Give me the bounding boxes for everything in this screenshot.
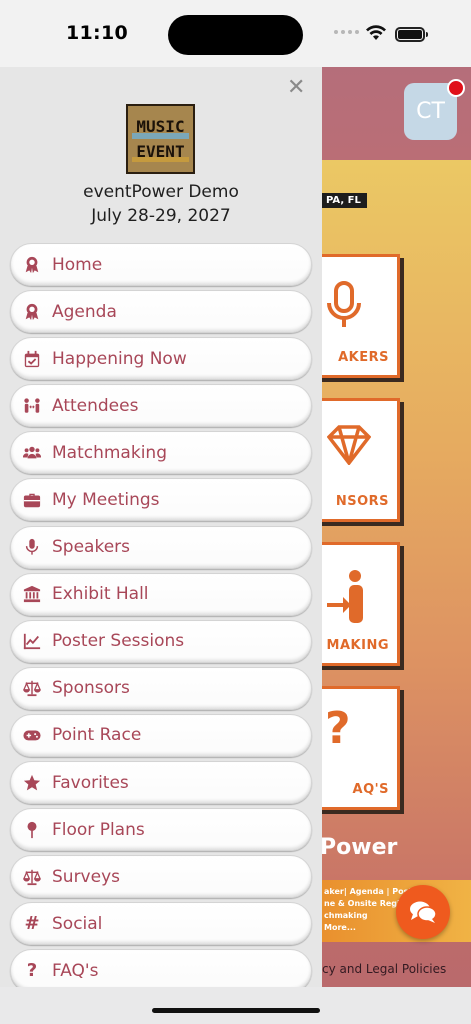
star-icon [22,773,42,793]
microphone-icon [22,537,42,557]
question-icon: ? [325,703,351,754]
menu-item-label: Attendees [52,395,139,416]
person-arrow-icon [327,569,371,634]
menu-item-label: Poster Sessions [52,631,185,652]
policy-link[interactable]: cy and Legal Policies [322,962,446,976]
menu-item-exhibit-hall[interactable]: Exhibit Hall [10,572,312,616]
map-pin-icon [22,820,42,840]
menu-item-label: Sponsors [52,678,130,699]
menu-item-matchmaking[interactable]: Matchmaking [10,431,312,475]
menu-item-point-race[interactable]: Point Race [10,713,312,757]
menu-item-label: Matchmaking [52,442,167,463]
menu-item-favorites[interactable]: Favorites [10,761,312,805]
menu-item-label: Speakers [52,537,131,558]
chat-button[interactable] [396,885,450,939]
tile-label: NSORS [335,494,389,509]
menu-item-label: Home [52,254,103,275]
chat-icon [410,901,437,923]
microphone-icon [327,281,361,338]
menu-item-social[interactable]: # Social [10,902,312,946]
menu-item-label: Floor Plans [52,819,145,840]
event-date: July 28-29, 2027 [91,206,231,226]
menu-item-poster-sessions[interactable]: Poster Sessions [10,619,312,663]
line-chart-icon [22,631,42,651]
award-icon [22,255,42,275]
status-bar: 11:10 [0,0,471,67]
svg-text:EVENT: EVENT [136,142,184,161]
signal-icon [334,30,359,34]
gamepad-icon [22,725,42,745]
menu-item-agenda[interactable]: Agenda [10,290,312,334]
landmark-icon [22,584,42,604]
award-icon [22,302,42,322]
menu-item-label: Happening Now [52,348,187,369]
close-icon[interactable]: ✕ [287,77,305,99]
menu-item-label: FAQ's [52,960,99,981]
date-tag: PA, FL [322,193,367,208]
menu-item-faqs[interactable]: ? FAQ's [10,949,312,987]
menu-item-speakers[interactable]: Speakers [10,525,312,569]
diamond-icon [326,425,372,474]
calendar-check-icon [22,349,42,369]
event-logo: MUSIC EVENT [126,104,195,174]
scale-icon [22,867,42,887]
tile-label: MAKING [326,638,389,653]
users-icon [22,443,42,463]
dynamic-island [168,15,303,55]
event-name: eventPower Demo [83,182,239,202]
menu-item-label: Exhibit Hall [52,584,149,605]
menu-item-label: Point Race [52,725,142,746]
notification-badge [447,79,465,97]
menu-item-surveys[interactable]: Surveys [10,855,312,899]
hashtag-icon: # [24,913,40,935]
banner-line: More... [324,923,356,932]
wifi-icon [366,25,386,40]
menu-item-attendees[interactable]: Attendees [10,384,312,428]
status-time: 11:10 [66,22,128,44]
menu-item-label: Agenda [52,301,117,322]
menu-item-sponsors[interactable]: Sponsors [10,666,312,710]
tile-label: AQ'S [352,782,389,797]
people-arrows-icon [22,396,42,416]
tile-label: AKERS [338,350,389,365]
battery-icon [395,27,428,42]
menu-item-happening-now[interactable]: Happening Now [10,337,312,381]
menu-item-my-meetings[interactable]: My Meetings [10,478,312,522]
menu-item-home[interactable]: Home [10,243,312,286]
brand-text: Power [320,835,398,860]
svg-text:MUSIC: MUSIC [136,117,184,136]
banner-line: aker| Agenda | Poste [324,887,418,896]
briefcase-icon [22,490,42,510]
home-indicator[interactable] [152,1008,320,1013]
navigation-drawer: ✕ MUSIC EVENT eventPower Demo July 28-29… [0,67,322,987]
question-icon: ? [26,960,38,982]
drawer-menu: Home Agenda Happening Now Attendees Matc… [10,243,312,987]
scale-icon [22,678,42,698]
menu-item-label: Social [52,913,103,934]
menu-item-label: My Meetings [52,489,160,510]
menu-item-label: Surveys [52,866,120,887]
menu-item-label: Favorites [52,772,129,793]
menu-item-floor-plans[interactable]: Floor Plans [10,808,312,852]
bottom-safe-area [0,987,471,1024]
